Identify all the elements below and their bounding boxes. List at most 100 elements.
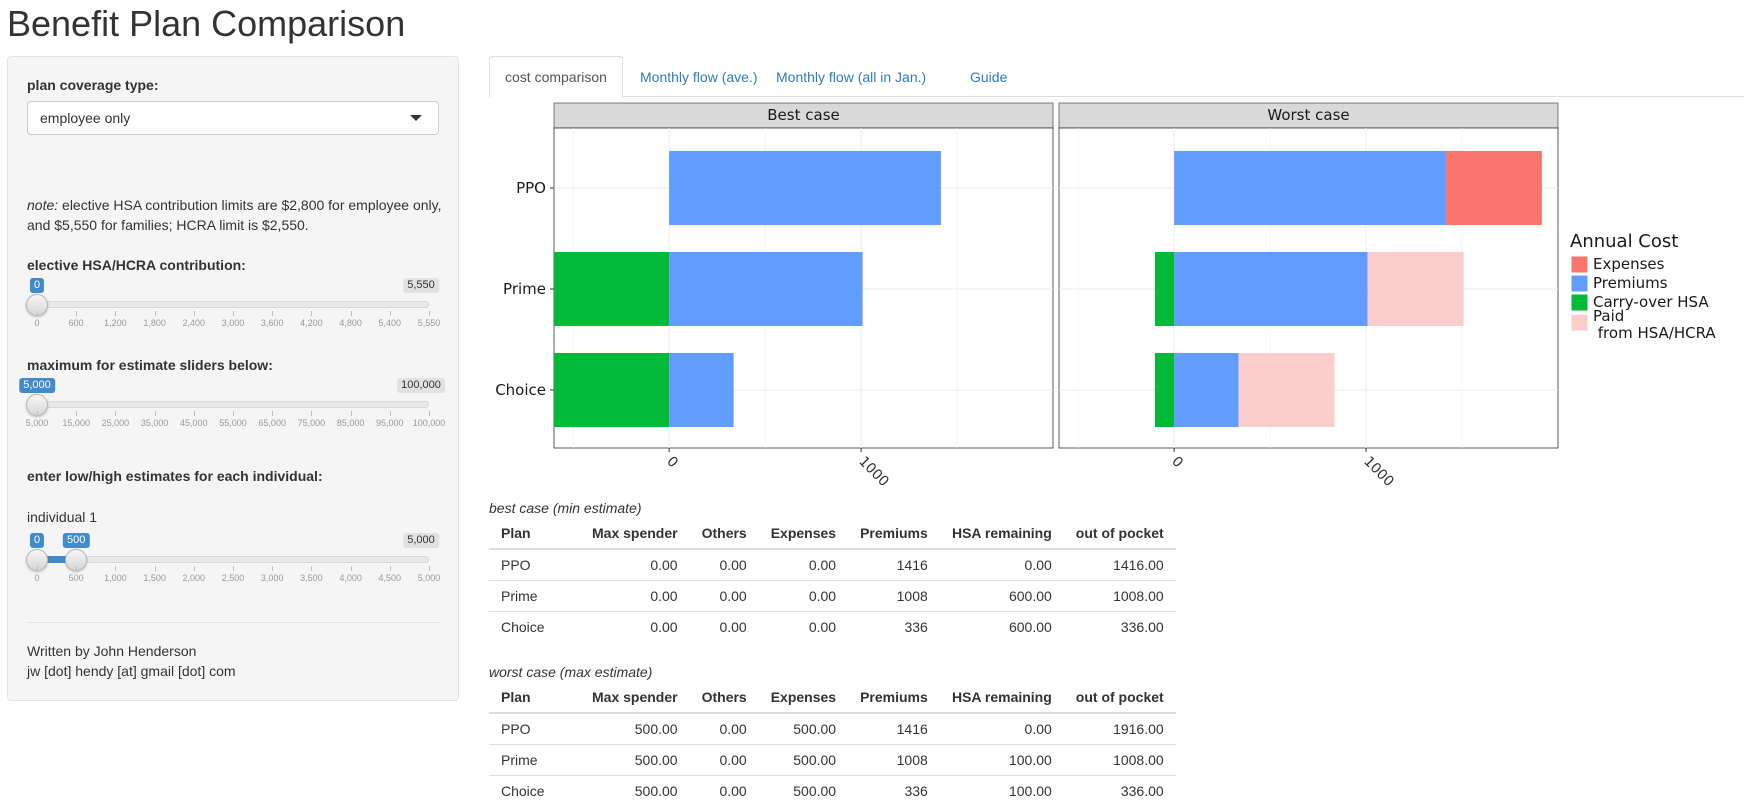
- tab-bar: cost comparison Monthly flow (ave.) Monthl…: [489, 56, 1744, 98]
- sidebar-divider: [27, 622, 439, 623]
- slider-tick: [37, 566, 38, 571]
- page-title: Benefit Plan Comparison: [7, 3, 406, 44]
- max-estimate-label: maximum for estimate sliders below:: [27, 357, 273, 373]
- slider-track[interactable]: [37, 556, 429, 563]
- slider-tick: [233, 311, 234, 316]
- slider-track[interactable]: [37, 301, 429, 308]
- individual-1-range-slider[interactable]: 5,000 0 500 0 500 1,000 1,500 2,000 2,500 3,000 3,…: [26, 533, 440, 583]
- slider-tick-label: 4,500: [378, 573, 402, 583]
- table-cell: 500.00: [556, 774, 690, 806]
- tab-cost-comparison[interactable]: cost comparison: [489, 56, 623, 98]
- slider-track[interactable]: [37, 401, 429, 408]
- slider-tick: [389, 411, 391, 416]
- table-cell: 500.00: [556, 712, 690, 744]
- tab-monthly-flow-all-in-jan[interactable]: Monthly flow (all in Jan.): [760, 56, 942, 97]
- coverage-label: plan coverage type:: [27, 77, 159, 93]
- contribution-note: note: elective HSA contribution limits a…: [27, 195, 447, 235]
- slider-tick-label: 55,000: [219, 418, 247, 428]
- slider-tick-label: 100,000: [412, 418, 446, 428]
- slider-tick-label: 1,500: [143, 573, 166, 583]
- slider-tick-label: 600: [68, 318, 84, 328]
- legend-label-line: Premiums: [1593, 274, 1668, 292]
- bar-premiums: [669, 353, 734, 427]
- table-cell: 336.00: [1063, 610, 1176, 642]
- slider-tick-label: 4,800: [339, 318, 362, 328]
- slider-tick: [233, 566, 234, 571]
- table-cell: 100.00: [939, 774, 1064, 806]
- slider-tick: [429, 566, 430, 571]
- tab-monthly-flow-ave[interactable]: Monthly flow (ave.): [624, 56, 773, 97]
- max-estimate-slider[interactable]: 100,000 5,000 5,000 15,000 25,000 35,000 45,00…: [19, 378, 445, 428]
- table-cell: 0.00: [556, 610, 690, 642]
- table-cell: 1008.00: [1063, 579, 1176, 611]
- legend-title: Annual Cost: [1570, 231, 1678, 252]
- table-row: Prime 500.00 0.00 500.00 1008 100.00 1008.00: [489, 743, 1176, 775]
- slider-tick: [154, 311, 156, 316]
- slider-tick: [311, 311, 313, 316]
- table-cell: 0.00: [689, 774, 759, 806]
- slider-tick-label: 85,000: [336, 418, 365, 428]
- column-header: HSA remaining: [939, 682, 1064, 714]
- slider-tick-label: 45,000: [180, 418, 208, 428]
- slider-tick-label: 5,550: [417, 318, 441, 328]
- bar-carry-over-hsa: [1154, 353, 1175, 427]
- facet-title: Best case: [767, 106, 839, 124]
- slider-tick: [115, 411, 117, 416]
- column-header: Max spender: [556, 518, 690, 550]
- tab-guide[interactable]: Guide: [954, 56, 1023, 97]
- individual-label: individual 1: [27, 509, 98, 525]
- hsa-contribution-slider[interactable]: 5,550 0 0 600 1,200 1,800 2,400 3,000 3,600 4,200…: [26, 278, 441, 328]
- estimates-label: enter low/high estimates for each indivi…: [27, 468, 323, 484]
- table-cell: 336: [848, 610, 940, 642]
- slider-tick: [193, 566, 195, 571]
- legend-label-line: Expenses: [1593, 255, 1665, 273]
- column-header: Max spender: [556, 682, 690, 714]
- sidebar-panel: plan coverage type: employee only note: …: [7, 56, 459, 701]
- y-tick-label: PPO: [516, 179, 546, 197]
- slider-tick: [429, 411, 430, 416]
- slider-tick-label: 2,000: [182, 573, 206, 583]
- slider-tick: [76, 411, 78, 416]
- table-cell: 0.00: [689, 610, 759, 642]
- note-text: elective HSA contribution limits are $2,…: [27, 197, 442, 233]
- table-header-row: Plan Max spender Others Expenses Premiums HSA…: [489, 682, 1176, 714]
- column-header: HSA remaining: [939, 518, 1064, 550]
- column-header: Expenses: [758, 518, 849, 550]
- y-tick-label: Prime: [503, 280, 546, 298]
- slider-tick-label: 3,000: [260, 573, 284, 583]
- x-tick-label: 0: [663, 454, 681, 472]
- table-row: Prime 0.00 0.00 0.00 1008 600.00 1008.00: [489, 579, 1176, 611]
- slider-tick-label: 95,000: [376, 418, 404, 428]
- slider-tick-label: 15,000: [62, 418, 90, 428]
- slider-value-label: 5,000: [19, 378, 55, 393]
- slider-tick: [115, 311, 117, 316]
- table-cell: 0.00: [689, 743, 759, 775]
- coverage-select[interactable]: employee only: [27, 101, 439, 135]
- legend-key: [1570, 313, 1589, 332]
- table-cell: 0.00: [939, 548, 1064, 580]
- table-cell: Prime: [489, 743, 557, 775]
- table-cell: 500.00: [758, 743, 849, 775]
- table-cell: 0.00: [689, 579, 759, 611]
- legend-key: [1570, 274, 1589, 293]
- legend-label: Premiums: [1593, 274, 1668, 292]
- slider-tick-label: 2,400: [182, 318, 206, 328]
- slider-tick-label: 3,600: [260, 318, 284, 328]
- bar-carry-over-hsa: [1154, 252, 1175, 326]
- table-cell: 0.00: [758, 579, 849, 611]
- bar-premiums: [1174, 353, 1239, 427]
- table-row: Choice 500.00 0.00 500.00 336 100.00 336.00: [489, 774, 1176, 806]
- table-cell: 0.00: [556, 548, 690, 580]
- slider-tick-label: 1,000: [104, 573, 127, 583]
- slider-tick-label: 2,500: [221, 573, 245, 583]
- table-cell: 0.00: [758, 548, 849, 580]
- hsa-contribution-label: elective HSA/HCRA contribution:: [27, 257, 246, 273]
- bar-premiums: [1174, 151, 1446, 225]
- slider-tick: [76, 566, 78, 571]
- slider-tick: [193, 311, 195, 316]
- worst-table-caption: worst case (max estimate): [489, 664, 653, 680]
- bar-premiums: [669, 151, 941, 225]
- table-cell: 336: [848, 774, 940, 806]
- note-prefix: note:: [27, 197, 59, 213]
- table-cell: Choice: [489, 610, 557, 642]
